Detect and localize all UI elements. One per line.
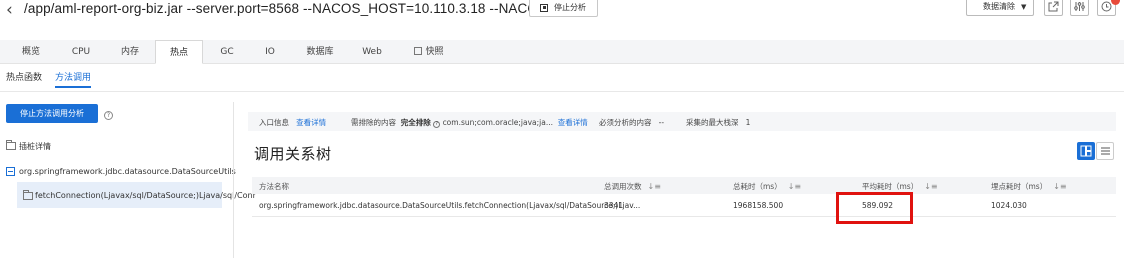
depth-value: 1 [745,118,751,127]
notification-badge [1111,0,1120,5]
tree-view-button[interactable] [1077,142,1095,160]
tree-header: 插桩详情 [19,142,51,151]
tab-io[interactable]: IO [250,40,290,64]
col-method-name: 方法名称 [259,182,289,191]
subtab-divider [0,91,1124,92]
col-total-calls[interactable]: 总调用次数 ↓≡ [604,181,661,192]
tab-hotspot[interactable]: 热点 [155,40,203,64]
sort-icon[interactable]: ↓≡ [1053,182,1066,191]
must-info: 必须分析的内容 -- [599,117,664,128]
clock-icon [1101,1,1112,12]
stop-analysis-button[interactable]: 停止分析 [529,0,598,17]
cell-probe-time: 1024.030 [991,201,1027,210]
folder-icon [6,140,16,150]
table-header [252,177,1116,194]
grid-view-icon [1080,145,1092,157]
exclude-help-icon[interactable]: ? [433,121,441,128]
depth-info: 采集的最大栈深 1 [686,117,750,128]
cell-total-calls: 3341 [604,201,624,210]
table-row [252,216,1116,217]
col-probe-time[interactable]: 埋点耗时（ms） ↓≡ [991,181,1067,192]
col-avg-time[interactable]: 平均耗时（ms） ↓≡ [862,181,938,192]
list-view-button[interactable] [1096,142,1114,160]
settings-button[interactable] [1070,0,1089,16]
tab-web[interactable]: Web [350,40,394,64]
clear-data-dropdown[interactable]: 数据清除 ▼ [966,0,1034,16]
subtab-hot-functions[interactable]: 热点函数 [6,70,42,83]
tree-node-method[interactable]: fetchConnection(Ljavax/sql/DataSource;)L… [35,191,256,200]
exclude-value: 完全排除 [400,118,431,127]
sort-icon[interactable]: ↓≡ [924,182,937,191]
export-icon [1048,1,1059,12]
stop-analysis-label: 停止分析 [554,3,586,12]
collapse-icon[interactable] [6,167,15,176]
tab-memory[interactable]: 内存 [106,40,154,64]
cell-total-time: 1968158.500 [733,201,784,210]
highlight-box [836,192,913,224]
help-icon[interactable]: ? [104,111,113,120]
must-value: -- [658,118,665,127]
entry-detail-link[interactable]: 查看详情 [296,118,326,127]
tab-database[interactable]: 数据库 [294,40,346,64]
tab-snapshot-label: 快照 [425,47,444,57]
exclude-label: 需排除的内容 [351,118,396,127]
snapshot-icon [414,47,423,55]
section-title: 调用关系树 [254,145,332,163]
exclude-info: 需排除的内容 完全排除 ? com.sun;com.oracle;java;ja… [351,117,588,128]
process-title: /app/aml-report-org-biz.jar --server.por… [24,1,567,16]
list-icon [1101,147,1110,155]
tab-overview[interactable]: 概览 [6,40,56,64]
method-node-icon [23,190,33,200]
col-total-time[interactable]: 总耗时（ms） ↓≡ [733,181,801,192]
tab-cpu[interactable]: CPU [56,40,106,64]
must-label: 必须分析的内容 [599,118,652,127]
tab-snapshot[interactable]: 快照 [404,40,454,64]
sort-icon[interactable]: ↓≡ [788,182,801,191]
col-avg-time-label: 平均耗时（ms） [862,182,919,191]
depth-label: 采集的最大栈深 [686,118,739,127]
entry-info: 入口信息 查看详情 [259,117,326,128]
exclude-detail-link[interactable]: 查看详情 [558,118,588,127]
col-probe-time-label: 埋点耗时（ms） [991,182,1048,191]
col-total-time-label: 总耗时（ms） [733,182,782,191]
cell-method-name[interactable]: org.springframework.jdbc.datasource.Data… [259,201,640,210]
share-button[interactable] [1044,0,1063,16]
caret-down-icon: ▼ [1021,2,1027,11]
stop-method-analysis-button[interactable]: 停止方法调用分析 [6,104,98,123]
tab-gc[interactable]: GC [204,40,250,64]
col-total-calls-label: 总调用次数 [604,182,642,191]
main-tabs: 概览 CPU 内存 热点 GC IO 数据库 Web 快照 [0,40,1124,64]
back-icon[interactable]: ‹ [6,0,13,20]
panel-divider [233,102,234,258]
entry-label: 入口信息 [259,118,289,127]
exclude-detail: com.sun;com.oracle;java;ja... [442,118,553,127]
subtab-method-calls[interactable]: 方法调用 [55,70,92,88]
sliders-icon [1074,2,1085,11]
tree-node-class[interactable]: org.springframework.jdbc.datasource.Data… [19,167,236,176]
sort-icon[interactable]: ↓≡ [648,182,661,191]
stop-icon [540,3,548,12]
clear-data-label: 数据清除 [983,2,1015,11]
top-bar: ‹ /app/aml-report-org-biz.jar --server.p… [0,0,1124,34]
